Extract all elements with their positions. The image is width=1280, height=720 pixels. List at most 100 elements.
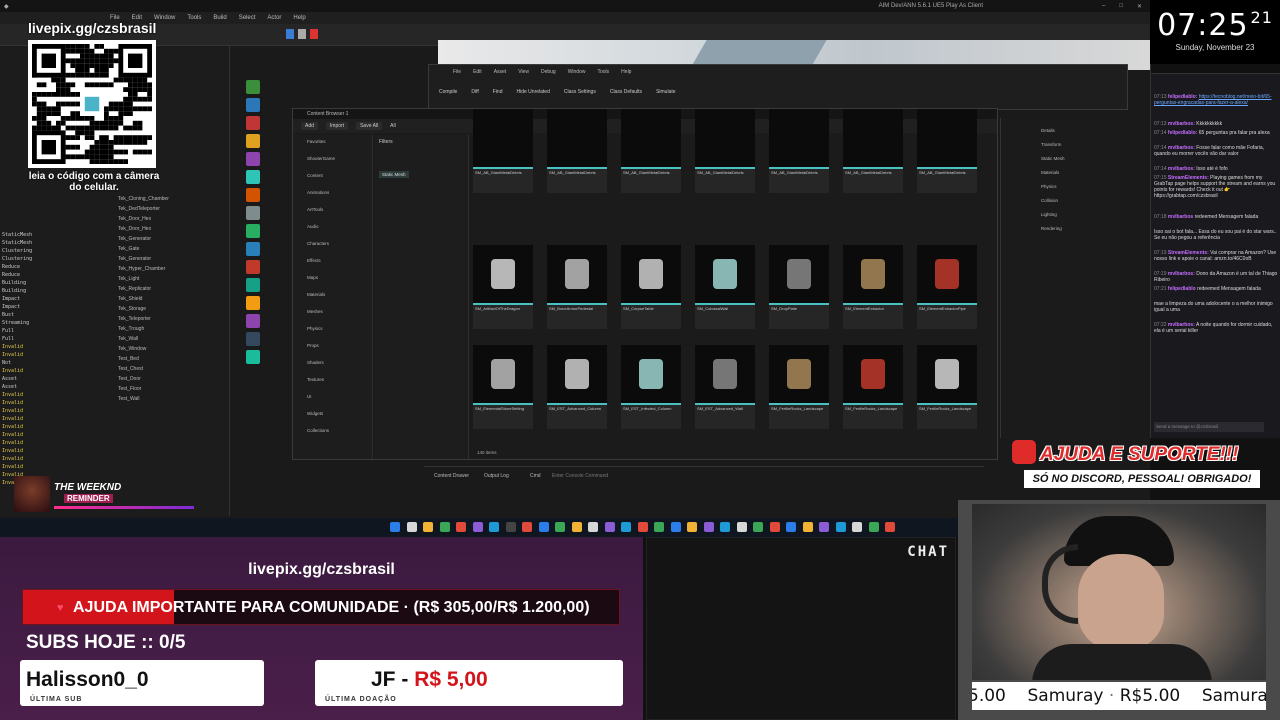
- taskbar-app-icon[interactable]: [802, 522, 813, 532]
- diff-button[interactable]: Diff: [471, 89, 478, 95]
- asset-icon[interactable]: [246, 224, 260, 238]
- taskbar-app-icon[interactable]: [670, 522, 681, 532]
- add-button[interactable]: Add: [301, 122, 318, 130]
- menu-actor[interactable]: Actor: [267, 15, 281, 21]
- outliner-item[interactable]: Tek_Gate: [118, 246, 139, 252]
- asset-tile[interactable]: SM_AB_GiantMetalDebris: [917, 109, 977, 193]
- asset-tile[interactable]: SM_BoneArmorPedestal: [547, 245, 607, 329]
- taskbar-app-icon[interactable]: [769, 522, 780, 532]
- asset-icon[interactable]: [246, 314, 260, 328]
- hide-unrelated-button[interactable]: Hide Unrelated: [517, 89, 550, 95]
- source-folder[interactable]: Audio: [307, 224, 319, 229]
- outliner-item[interactable]: Tek_DedTeleporter: [118, 206, 160, 212]
- console-input[interactable]: Enter Console Command: [552, 473, 608, 479]
- chat-input[interactable]: Send a message to @czsbrasil: [1154, 422, 1264, 432]
- asset-icon[interactable]: [246, 116, 260, 130]
- maximize-icon[interactable]: □: [1119, 3, 1123, 10]
- taskbar-app-icon[interactable]: [654, 522, 664, 532]
- taskbar-app-icon[interactable]: [423, 522, 433, 532]
- outliner-item[interactable]: Tek_Wall: [118, 336, 138, 342]
- outliner-item[interactable]: Test_Bed: [118, 356, 139, 362]
- taskbar-app-icon[interactable]: [489, 522, 499, 532]
- taskbar-app-icon[interactable]: [571, 522, 582, 532]
- asset-icon[interactable]: [246, 332, 260, 346]
- source-folder[interactable]: Physics: [307, 326, 323, 331]
- asset-icon[interactable]: [246, 242, 260, 256]
- outliner-item[interactable]: Tek_Teleporter: [118, 316, 151, 322]
- asset-tile[interactable]: SM_AB_GiantMetalDebris: [621, 109, 681, 193]
- close-icon[interactable]: ✕: [1137, 3, 1142, 10]
- asset-icon[interactable]: [246, 152, 260, 166]
- class-settings-button[interactable]: Class Settings: [564, 89, 596, 95]
- details-section[interactable]: Lighting: [1041, 212, 1057, 217]
- bp-menu-edit[interactable]: Edit: [473, 69, 482, 75]
- taskbar-app-icon[interactable]: [868, 522, 879, 532]
- source-folder[interactable]: Widgets: [307, 411, 323, 416]
- taskbar-app-icon[interactable]: [835, 522, 846, 532]
- asset-icon[interactable]: [246, 206, 260, 220]
- source-folder[interactable]: Characters: [307, 241, 329, 246]
- asset-icon[interactable]: [246, 260, 260, 274]
- taskbar-app-icon[interactable]: [555, 522, 565, 532]
- taskbar-app-icon[interactable]: [720, 522, 730, 532]
- asset-tile[interactable]: SM_ArtifactOfTheDragon: [473, 245, 533, 329]
- source-folder[interactable]: Favorites: [307, 139, 326, 144]
- asset-tile[interactable]: SM_FertileRocks_Landscape: [843, 345, 903, 429]
- asset-tile[interactable]: SM_AB_GiantMetalDebris: [473, 109, 533, 193]
- menu-tools[interactable]: Tools: [187, 15, 201, 21]
- details-section[interactable]: Static Mesh: [1041, 156, 1065, 161]
- outliner-item[interactable]: Tek_Replicator: [118, 286, 151, 292]
- bp-menu-view[interactable]: View: [518, 69, 529, 75]
- cmd-tab[interactable]: Cmd: [530, 473, 541, 479]
- asset-tile[interactable]: SM_ElementExtractorPipe: [917, 245, 977, 329]
- asset-tile[interactable]: SM_AB_GiantMetalDebris: [843, 109, 903, 193]
- outliner-item[interactable]: Tek_Generator: [118, 236, 151, 242]
- asset-icon[interactable]: [246, 98, 260, 112]
- outliner-item[interactable]: Test_Chest: [118, 366, 143, 372]
- taskbar-app-icon[interactable]: [819, 522, 829, 532]
- outliner-item[interactable]: Tek_Trough: [118, 326, 144, 332]
- details-section[interactable]: Materials: [1041, 170, 1059, 175]
- asset-icon[interactable]: [246, 296, 260, 310]
- path-all[interactable]: All: [390, 123, 396, 129]
- pause-icon[interactable]: [298, 29, 306, 39]
- asset-tile[interactable]: SM_AB_GiantMetalDebris: [547, 109, 607, 193]
- asset-tile[interactable]: SM_FertileRocks_Landscape: [769, 345, 829, 429]
- details-section[interactable]: Collision: [1041, 198, 1058, 203]
- outliner-item[interactable]: Tek_Light: [118, 276, 139, 282]
- outliner-item[interactable]: Tek_Generator: [118, 256, 151, 262]
- menu-build[interactable]: Build: [213, 15, 226, 21]
- taskbar-app-icon[interactable]: [588, 522, 598, 532]
- taskbar-app-icon[interactable]: [637, 522, 648, 532]
- taskbar-app-icon[interactable]: [885, 522, 895, 532]
- taskbar-app-icon[interactable]: [753, 522, 763, 532]
- source-folder[interactable]: Maps: [307, 275, 318, 280]
- taskbar-app-icon[interactable]: [406, 522, 417, 532]
- taskbar-app-icon[interactable]: [786, 522, 796, 532]
- asset-tile[interactable]: SM_AB_GiantMetalDebris: [695, 109, 755, 193]
- output-log-tab[interactable]: Output Log: [484, 473, 509, 479]
- menu-select[interactable]: Select: [239, 15, 256, 21]
- class-defaults-button[interactable]: Class Defaults: [610, 89, 642, 95]
- asset-icon[interactable]: [246, 188, 260, 202]
- source-folder[interactable]: ShooterGame: [307, 156, 335, 161]
- asset-tile[interactable]: SM_AB_GiantMetalDebris: [769, 109, 829, 193]
- asset-icon[interactable]: [246, 134, 260, 148]
- details-section[interactable]: Physics: [1041, 184, 1057, 189]
- asset-icon[interactable]: [246, 278, 260, 292]
- asset-icon[interactable]: [246, 170, 260, 184]
- details-section[interactable]: Details: [1041, 128, 1055, 133]
- asset-tile[interactable]: SM_EST_Advanced_Wall: [695, 345, 755, 429]
- asset-tile[interactable]: SM_EST_Advanced_Column: [547, 345, 607, 429]
- taskbar-app-icon[interactable]: [604, 522, 615, 532]
- asset-tile[interactable]: SM_CorpseTable: [621, 245, 681, 329]
- taskbar-app-icon[interactable]: [456, 522, 466, 532]
- details-section[interactable]: Transform: [1041, 142, 1061, 147]
- taskbar-app-icon[interactable]: [621, 522, 631, 532]
- import-button[interactable]: Import: [325, 122, 349, 130]
- asset-icon[interactable]: [246, 350, 260, 364]
- source-folder[interactable]: UI: [307, 394, 312, 399]
- outliner-item[interactable]: Test_Floor: [118, 386, 141, 392]
- minimize-icon[interactable]: –: [1102, 3, 1105, 10]
- asset-tile[interactable]: SM_ElementalStoneSetting: [473, 345, 533, 429]
